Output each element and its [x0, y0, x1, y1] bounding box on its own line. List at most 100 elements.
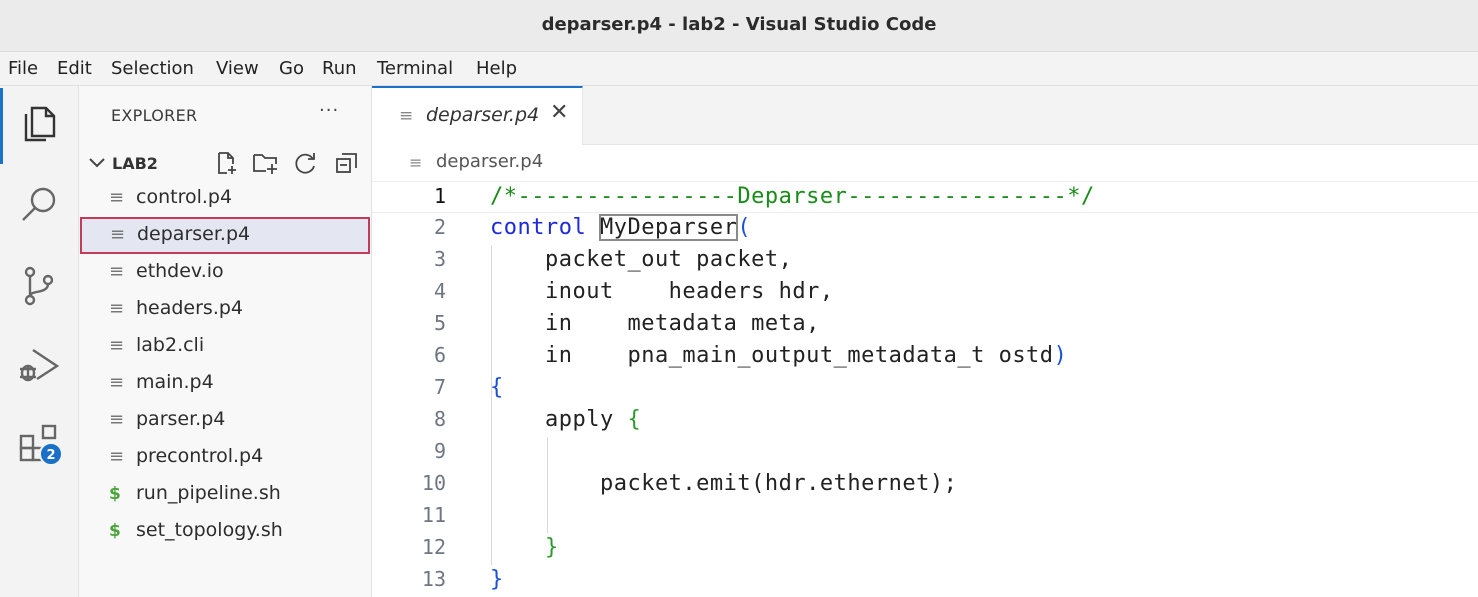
file-lines-icon: ≡	[109, 335, 125, 356]
explorer-title: EXPLORER	[111, 106, 198, 125]
file-item-lab2-cli[interactable]: ≡ lab2.cli	[79, 328, 372, 365]
line-number: 12	[421, 535, 446, 559]
code-line: 11	[372, 501, 1478, 533]
search-icon[interactable]	[15, 180, 63, 228]
code-line: 3 packet_out packet,	[372, 245, 1478, 277]
menu-go[interactable]: Go	[279, 58, 304, 79]
file-item-ethdev[interactable]: ≡ ethdev.io	[79, 254, 372, 291]
extensions-icon[interactable]: 2	[15, 422, 63, 470]
tab-deparser[interactable]: ≡ deparser.p4 ✕	[372, 86, 583, 145]
folder-name: LAB2	[112, 154, 158, 173]
code-line: 1 /*----------------Deparser------------…	[372, 181, 1478, 213]
file-item-parser[interactable]: ≡ parser.p4	[79, 402, 372, 439]
source-control-icon[interactable]	[15, 262, 63, 310]
more-actions-icon[interactable]: ···	[319, 100, 339, 121]
menu-file[interactable]: File	[8, 58, 38, 79]
code-text: /*----------------Deparser--------------…	[490, 184, 1095, 209]
paren-close: )	[1053, 343, 1068, 368]
activity-bar: 2	[0, 86, 79, 597]
menu-edit[interactable]: Edit	[57, 58, 92, 79]
explorer-panel: EXPLORER ··· LAB2 ≡ control.p4 ≡ deparse…	[79, 86, 372, 597]
file-name: ethdev.io	[136, 260, 224, 282]
breadcrumb-file[interactable]: deparser.p4	[436, 151, 543, 172]
file-lines-icon: ≡	[110, 224, 126, 245]
line-number: 7	[433, 375, 446, 399]
file-item-deparser[interactable]: ≡ deparser.p4	[80, 217, 370, 254]
file-name: run_pipeline.sh	[136, 482, 281, 504]
code-line: 10 packet.emit(hdr.ethernet);	[372, 469, 1478, 501]
file-lines-icon: ≡	[109, 446, 125, 467]
code-text: inout headers hdr,	[490, 279, 834, 304]
menu-terminal[interactable]: Terminal	[377, 58, 453, 79]
code-text: in pna_main_output_metadata_t ostd)	[490, 343, 1067, 368]
menu-run[interactable]: Run	[322, 58, 357, 79]
file-lines-icon: ≡	[109, 187, 125, 208]
code-text: apply {	[490, 407, 641, 432]
keyword-control: control	[490, 215, 587, 240]
file-name: main.p4	[136, 371, 214, 393]
file-name: control.p4	[136, 186, 233, 208]
file-name: precontrol.p4	[136, 445, 264, 467]
run-debug-icon[interactable]	[15, 342, 63, 390]
code-line: 2 control MyDeparser(	[372, 213, 1478, 245]
file-name: parser.p4	[136, 408, 226, 430]
explorer-icon[interactable]	[15, 100, 63, 148]
line-number: 5	[433, 311, 446, 335]
file-item-precontrol[interactable]: ≡ precontrol.p4	[79, 439, 372, 476]
code-line: 12 }	[372, 533, 1478, 565]
window-title: deparser.p4 - lab2 - Visual Studio Code	[541, 14, 937, 35]
file-item-control[interactable]: ≡ control.p4	[79, 180, 372, 217]
menu-bar: File Edit Selection View Go Run Terminal…	[0, 52, 1478, 86]
line-number: 8	[433, 407, 446, 431]
code-fragment: in pna_main_output_metadata_t ostd	[490, 343, 1054, 368]
collapse-all-icon[interactable]	[334, 150, 360, 176]
line-number: 10	[421, 471, 446, 495]
menu-view[interactable]: View	[216, 58, 259, 79]
file-lines-icon: ≡	[399, 106, 414, 126]
new-file-icon[interactable]	[213, 150, 239, 176]
code-line: 6 in pna_main_output_metadata_t ostd)	[372, 341, 1478, 373]
menu-selection[interactable]: Selection	[111, 58, 194, 79]
code-text: control MyDeparser(	[490, 214, 751, 241]
file-item-run-pipeline[interactable]: $ run_pipeline.sh	[79, 476, 372, 513]
line-number: 4	[433, 279, 446, 303]
file-item-set-topology[interactable]: $ set_topology.sh	[79, 513, 372, 550]
code-text: {	[490, 375, 504, 400]
code-text: packet.emit(hdr.ethernet);	[490, 471, 958, 496]
code-line: 13 }	[372, 565, 1478, 597]
code-text: packet_out packet,	[490, 247, 793, 272]
code-text: }	[490, 567, 504, 592]
shell-dollar-icon: $	[109, 484, 121, 504]
file-lines-icon: ≡	[109, 298, 125, 319]
folder-header[interactable]: LAB2	[87, 152, 367, 176]
line-number: 9	[433, 439, 446, 463]
line-number: 3	[433, 247, 446, 271]
code-line: 4 inout headers hdr,	[372, 277, 1478, 309]
code-text: in metadata meta,	[490, 311, 820, 336]
brace-open: {	[627, 407, 642, 432]
code-line: 5 in metadata meta,	[372, 309, 1478, 341]
file-name: set_topology.sh	[136, 519, 283, 541]
close-icon[interactable]: ✕	[550, 100, 568, 125]
file-item-headers[interactable]: ≡ headers.p4	[79, 291, 372, 328]
code-fragment: apply	[490, 407, 628, 432]
code-text: }	[490, 535, 559, 560]
file-item-main[interactable]: ≡ main.p4	[79, 365, 372, 402]
title-bar: deparser.p4 - lab2 - Visual Studio Code	[0, 0, 1478, 52]
menu-help[interactable]: Help	[476, 58, 517, 79]
highlighted-identifier: MyDeparser	[598, 214, 739, 241]
code-line: 8 apply {	[372, 405, 1478, 437]
shell-dollar-icon: $	[109, 521, 121, 541]
code-line: 9	[372, 437, 1478, 469]
code-editor[interactable]: 1 /*----------------Deparser------------…	[372, 181, 1478, 597]
line-number: 13	[421, 567, 446, 591]
active-indicator	[0, 88, 3, 164]
refresh-icon[interactable]	[293, 150, 319, 176]
line-number: 6	[433, 343, 446, 367]
new-folder-icon[interactable]	[252, 150, 278, 176]
line-number: 2	[433, 215, 446, 239]
file-name: deparser.p4	[137, 223, 251, 245]
file-lines-icon: ≡	[109, 372, 125, 393]
line-number: 11	[421, 503, 446, 527]
file-lines-icon: ≡	[109, 261, 125, 282]
